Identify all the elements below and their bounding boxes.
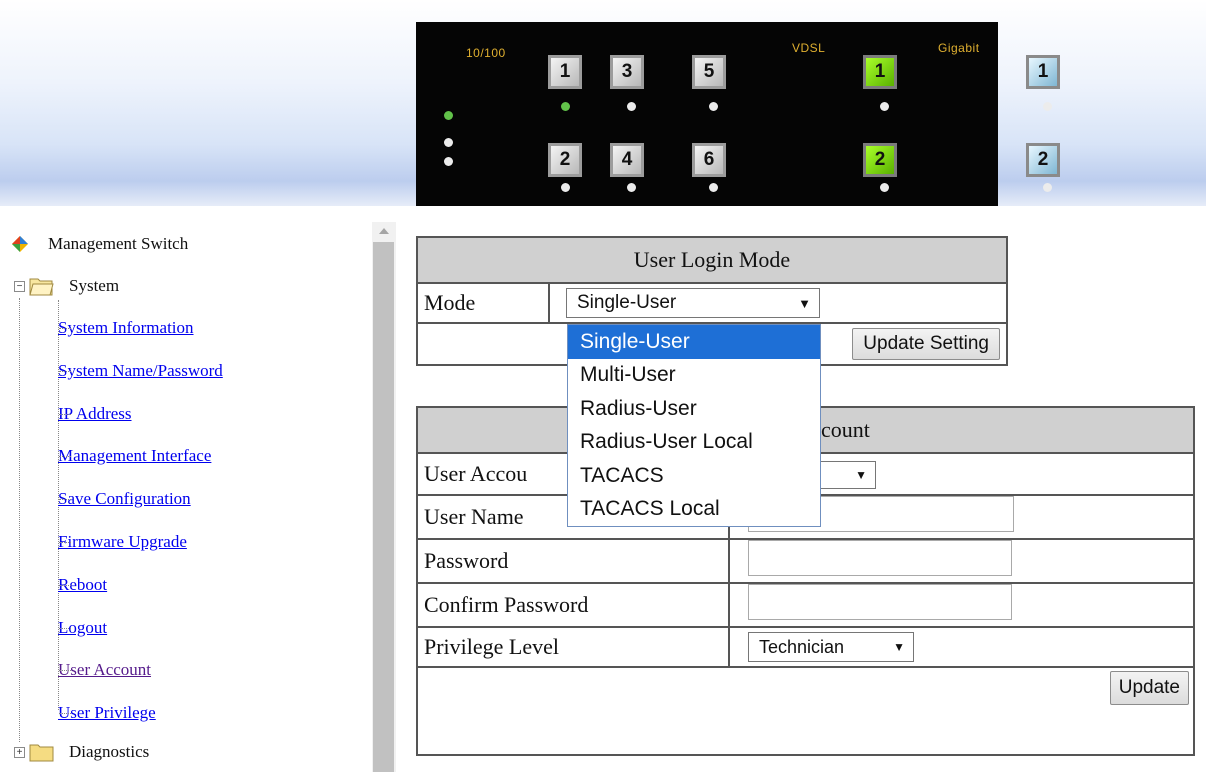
port-vdsl-1[interactable]: 1 (863, 55, 897, 89)
port-10-100-4[interactable]: 4 (610, 143, 644, 177)
tree-node-label: Diagnostics (69, 742, 150, 761)
tree-connector (59, 456, 71, 457)
sidebar-item-label: Management Interface (58, 446, 212, 465)
confirm-password-label: Confirm Password (416, 582, 730, 628)
mode-option-radius-user[interactable]: Radius-User (568, 392, 820, 426)
status-led (444, 138, 453, 147)
sidebar-item-management-interface[interactable]: Management Interface (58, 444, 211, 468)
password-cell (728, 538, 1195, 584)
chevron-down-icon: ▼ (893, 640, 905, 654)
mode-dropdown-list: Single-User Multi-User Radius-User Radiu… (567, 324, 821, 527)
privilege-level-cell: Technician ▼ (728, 626, 1195, 668)
chevron-down-icon: ▼ (798, 295, 811, 311)
sidebar-tree: Management Switch − System System Inform… (0, 222, 396, 772)
sidebar-item-label: Save Configuration (58, 489, 191, 508)
mode-option-tacacs-local[interactable]: TACACS Local (568, 493, 820, 527)
port-led (709, 183, 718, 192)
tree-connector (59, 670, 71, 671)
sidebar-item-firmware-upgrade[interactable]: Firmware Upgrade (58, 530, 187, 554)
group-label-vdsl: VDSL (792, 41, 826, 55)
port-10-100-3[interactable]: 3 (610, 55, 644, 89)
port-led (880, 183, 889, 192)
tree-connector (59, 371, 71, 372)
mode-option-radius-user-local[interactable]: Radius-User Local (568, 426, 820, 460)
port-vdsl-2[interactable]: 2 (863, 143, 897, 177)
confirm-password-input[interactable] (748, 584, 1012, 620)
update-button[interactable]: Update (1109, 671, 1189, 705)
tree-root[interactable]: Management Switch (10, 232, 188, 256)
confirm-password-cell (728, 582, 1195, 628)
header: 10/100 VDSL Gigabit 1 2 3 4 5 6 1 2 1 2 (0, 0, 1206, 210)
tree-connector (59, 542, 71, 543)
mode-cell: Single-User ▼ (548, 282, 1008, 324)
group-label-gigabit: Gigabit (938, 41, 980, 55)
port-10-100-5[interactable]: 5 (692, 55, 726, 89)
password-label: Password (416, 538, 730, 584)
account-action-cell: Update (416, 666, 1195, 756)
port-led (561, 183, 570, 192)
port-led (1043, 102, 1052, 111)
port-10-100-2[interactable]: 2 (548, 143, 582, 177)
sidebar-item-label: Firmware Upgrade (58, 532, 187, 551)
port-led (627, 102, 636, 111)
status-led (444, 157, 453, 166)
sidebar-item-system-information[interactable]: System Information (58, 316, 194, 340)
port-led-active (561, 102, 570, 111)
port-led (709, 102, 718, 111)
login-mode-title: User Login Mode (416, 236, 1008, 284)
mode-option-single-user[interactable]: Single-User (568, 325, 820, 359)
port-led (1043, 183, 1052, 192)
tree-connector (59, 328, 71, 329)
mode-select-value: Single-User (577, 292, 677, 313)
tree-connector (59, 713, 71, 714)
switch-front-panel: 10/100 VDSL Gigabit 1 2 3 4 5 6 1 2 1 2 (416, 22, 1060, 206)
port-led (880, 102, 889, 111)
privilege-level-select-value: Technician (759, 636, 845, 657)
tree-connector (19, 298, 20, 742)
port-10-100-1[interactable]: 1 (548, 55, 582, 89)
tree-node-label: System (69, 276, 120, 295)
privilege-level-label: Privilege Level (416, 626, 730, 668)
sidebar-item-label: User Account (58, 660, 152, 679)
tree-node-system[interactable]: − System (14, 274, 119, 298)
port-10-100-6[interactable]: 6 (692, 143, 726, 177)
group-label-10-100: 10/100 (466, 46, 506, 60)
sidebar-item-user-privilege[interactable]: User Privilege (58, 701, 156, 725)
mode-option-multi-user[interactable]: Multi-User (568, 359, 820, 393)
folder-open-icon (29, 278, 54, 296)
mode-option-tacacs[interactable]: TACACS (568, 459, 820, 493)
tree-root-label: Management Switch (48, 234, 189, 253)
update-setting-button[interactable]: Update Setting (852, 328, 1000, 360)
sidebar-item-label: System Information (58, 318, 194, 337)
privilege-level-select[interactable]: Technician ▼ (748, 632, 914, 662)
tree-connector (59, 414, 71, 415)
folder-icon (29, 744, 54, 762)
password-input[interactable] (748, 540, 1012, 576)
collapse-icon[interactable]: − (14, 280, 25, 292)
port-gigabit-2[interactable]: 2 (1026, 143, 1060, 177)
mode-select[interactable]: Single-User ▼ (566, 288, 820, 318)
tree-connector (59, 628, 71, 629)
sidebar-item-user-account[interactable]: User Account (58, 658, 151, 682)
sidebar-scrollbar[interactable] (372, 222, 396, 772)
sidebar-item-system-name-password[interactable]: System Name/Password (58, 359, 223, 383)
scroll-up-arrow-icon[interactable] (379, 228, 389, 234)
sidebar-item-label: User Privilege (58, 703, 156, 722)
sidebar-item-label: System Name/Password (58, 361, 223, 380)
expand-icon[interactable]: + (14, 746, 25, 758)
port-gigabit-1[interactable]: 1 (1026, 55, 1060, 89)
chevron-down-icon: ▼ (855, 467, 867, 482)
tree-node-diagnostics[interactable]: + Diagnostics (14, 740, 149, 764)
management-switch-icon (12, 236, 28, 252)
tree-connector (59, 585, 71, 586)
mode-label: Mode (416, 282, 550, 324)
scrollbar-thumb[interactable] (373, 242, 394, 772)
status-led-power (444, 111, 453, 120)
sidebar-item-save-configuration[interactable]: Save Configuration (58, 487, 191, 511)
tree-connector (59, 499, 71, 500)
port-led (627, 183, 636, 192)
